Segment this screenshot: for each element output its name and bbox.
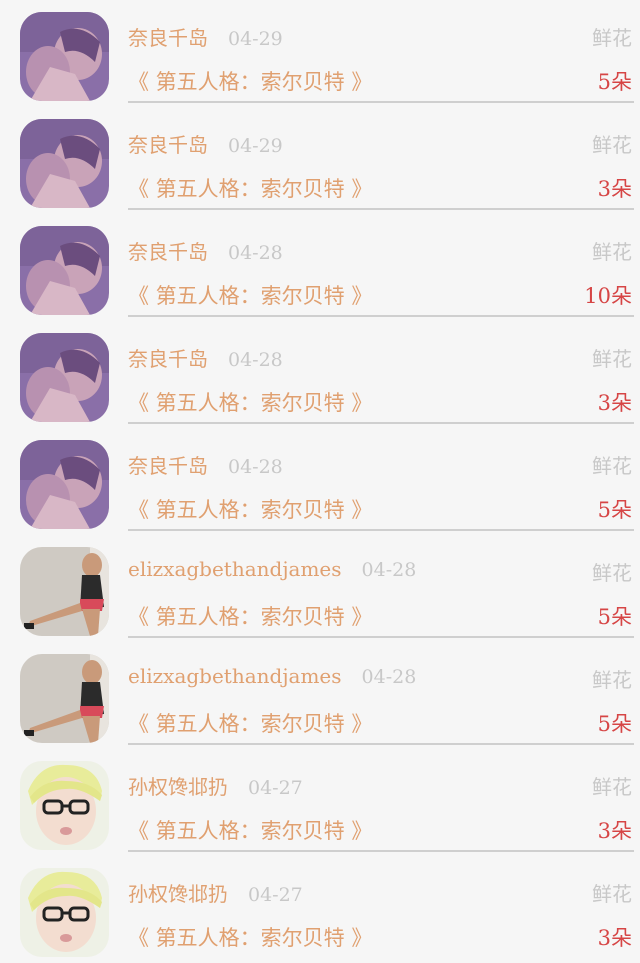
list-item[interactable]: 奈良千岛 04-29 鲜花 《 第五人格：索尔贝特 》 5朵 (0, 0, 640, 107)
book-title-link[interactable]: 《 第五人格：索尔贝特 》 (128, 708, 372, 738)
gift-count: 3朵 (597, 819, 632, 843)
list-item[interactable]: elizxagbethandjames 04-28 鲜花 《 第五人格：索尔贝特… (0, 535, 640, 642)
user-avatar[interactable] (20, 333, 109, 422)
gift-record-list: 奈良千岛 04-29 鲜花 《 第五人格：索尔贝特 》 5朵 奈良千岛 04-2… (0, 0, 640, 959)
book-title-link[interactable]: 《 第五人格：索尔贝特 》 (128, 494, 372, 524)
row-divider (128, 101, 634, 103)
gift-type: 鲜花 (592, 347, 632, 371)
book-title-link[interactable]: 《 第五人格：索尔贝特 》 (128, 280, 372, 310)
user-avatar[interactable] (20, 119, 109, 208)
list-item[interactable]: 奈良千岛 04-28 鲜花 《 第五人格：索尔贝特 》 5朵 (0, 428, 640, 535)
row-divider (128, 422, 634, 424)
list-item[interactable]: 奈良千岛 04-28 鲜花 《 第五人格：索尔贝特 》 10朵 (0, 214, 640, 321)
gift-type: 鲜花 (592, 454, 632, 478)
gift-count: 3朵 (597, 391, 632, 415)
book-title-link[interactable]: 《 第五人格：索尔贝特 》 (128, 601, 372, 631)
user-name[interactable]: 孙权馋邶扔 04-27 (128, 878, 303, 907)
list-item[interactable]: elizxagbethandjames 04-28 鲜花 《 第五人格：索尔贝特… (0, 642, 640, 749)
gift-type: 鲜花 (592, 240, 632, 264)
user-name[interactable]: 奈良千岛 04-28 (128, 236, 283, 265)
user-name-text[interactable]: 奈良千岛 (128, 236, 208, 265)
row-divider (128, 208, 634, 210)
row-divider (128, 743, 634, 745)
book-title-link[interactable]: 《 第五人格：索尔贝特 》 (128, 173, 372, 203)
user-name[interactable]: elizxagbethandjames 04-28 (128, 664, 416, 688)
user-avatar[interactable] (20, 654, 109, 743)
user-name-text[interactable]: 奈良千岛 (128, 22, 208, 51)
user-name-text[interactable]: 奈良千岛 (128, 450, 208, 479)
list-item[interactable]: 奈良千岛 04-28 鲜花 《 第五人格：索尔贝特 》 3朵 (0, 321, 640, 428)
user-name-text[interactable]: 孙权馋邶扔 (128, 878, 228, 907)
user-name-text[interactable]: elizxagbethandjames (128, 557, 342, 581)
list-item[interactable]: 奈良千岛 04-29 鲜花 《 第五人格：索尔贝特 》 3朵 (0, 107, 640, 214)
gift-type: 鲜花 (592, 775, 632, 799)
user-name-text[interactable]: 孙权馋邶扔 (128, 771, 228, 800)
row-divider (128, 315, 634, 317)
row-divider (128, 850, 634, 852)
row-divider (128, 636, 634, 638)
record-date: 04-29 (228, 28, 283, 50)
book-title-link[interactable]: 《 第五人格：索尔贝特 》 (128, 66, 372, 96)
user-avatar[interactable] (20, 547, 109, 636)
record-date: 04-27 (248, 777, 303, 799)
gift-count: 10朵 (584, 284, 632, 308)
record-date: 04-28 (361, 666, 417, 688)
record-date: 04-28 (228, 349, 283, 371)
row-divider (128, 529, 634, 531)
user-name[interactable]: 奈良千岛 04-29 (128, 129, 283, 158)
book-title-link[interactable]: 《 第五人格：索尔贝特 》 (128, 387, 372, 417)
record-date: 04-28 (228, 242, 283, 264)
user-name[interactable]: 奈良千岛 04-28 (128, 343, 283, 372)
user-name[interactable]: 奈良千岛 04-29 (128, 22, 283, 51)
record-date: 04-28 (361, 559, 417, 581)
gift-count: 5朵 (597, 712, 632, 736)
gift-type: 鲜花 (592, 882, 632, 906)
user-name-text[interactable]: 奈良千岛 (128, 343, 208, 372)
user-name[interactable]: 奈良千岛 04-28 (128, 450, 283, 479)
gift-type: 鲜花 (592, 133, 632, 157)
user-avatar[interactable] (20, 12, 109, 101)
record-date: 04-29 (228, 135, 283, 157)
user-avatar[interactable] (20, 761, 109, 850)
user-avatar[interactable] (20, 868, 109, 957)
gift-type: 鲜花 (592, 561, 632, 585)
gift-count: 5朵 (597, 70, 632, 94)
gift-count: 3朵 (597, 177, 632, 201)
book-title-link[interactable]: 《 第五人格：索尔贝特 》 (128, 922, 372, 952)
gift-count: 3朵 (597, 926, 632, 950)
record-date: 04-28 (228, 456, 283, 478)
list-item[interactable]: 孙权馋邶扔 04-27 鲜花 《 第五人格：索尔贝特 》 3朵 (0, 749, 640, 856)
gift-count: 5朵 (597, 498, 632, 522)
gift-count: 5朵 (597, 605, 632, 629)
record-date: 04-27 (248, 884, 303, 906)
user-avatar[interactable] (20, 226, 109, 315)
user-avatar[interactable] (20, 440, 109, 529)
user-name-text[interactable]: 奈良千岛 (128, 129, 208, 158)
gift-type: 鲜花 (592, 26, 632, 50)
user-name-text[interactable]: elizxagbethandjames (128, 664, 342, 688)
user-name[interactable]: elizxagbethandjames 04-28 (128, 557, 416, 581)
list-item[interactable]: 孙权馋邶扔 04-27 鲜花 《 第五人格：索尔贝特 》 3朵 (0, 856, 640, 963)
gift-type: 鲜花 (592, 668, 632, 692)
user-name[interactable]: 孙权馋邶扔 04-27 (128, 771, 303, 800)
book-title-link[interactable]: 《 第五人格：索尔贝特 》 (128, 815, 372, 845)
